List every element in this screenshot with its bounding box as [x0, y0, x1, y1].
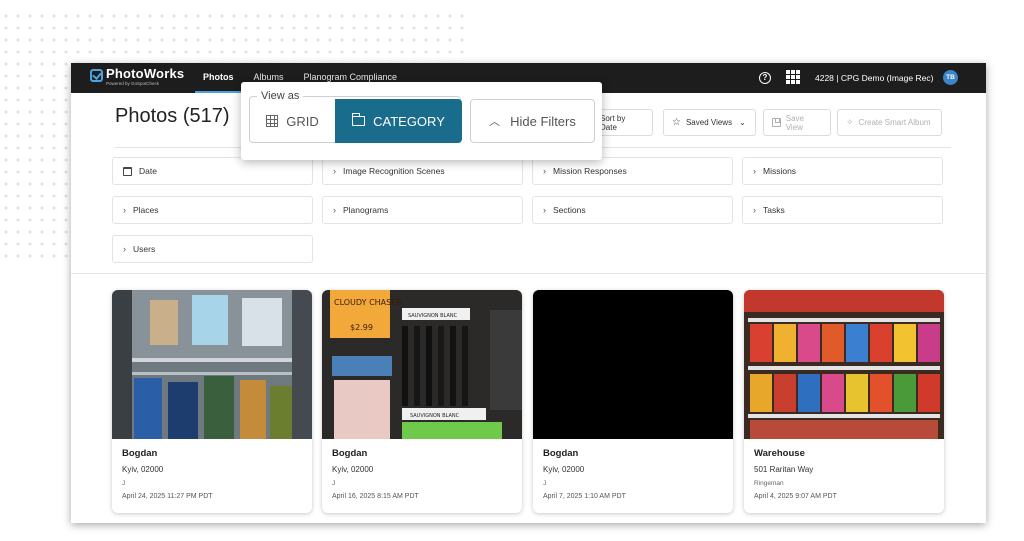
photo-card[interactable]: CLOUDY CHASER $2.99 SAUVIGNON BLANC SAUV…: [322, 290, 522, 513]
category-view-button[interactable]: CATEGORY: [335, 99, 462, 143]
hide-filters-button[interactable]: ︿ Hide Filters: [470, 99, 595, 143]
saved-views-button[interactable]: ☆ Saved Views ⌄: [663, 109, 756, 136]
photo-date: April 16, 2025 8:15 AM PDT: [332, 493, 419, 500]
chevron-up-icon: ︿: [489, 116, 501, 128]
help-circle-icon[interactable]: ?: [759, 72, 771, 84]
save-view-button[interactable]: Save View: [763, 109, 831, 136]
photo-date: April 4, 2025 9:07 AM PDT: [754, 493, 837, 500]
filter-label: Mission Responses: [553, 166, 627, 176]
nav-link-photos[interactable]: Photos: [193, 63, 244, 93]
folder-icon: [351, 113, 366, 126]
chevron-right-icon: ›: [123, 205, 126, 215]
filter-label: Users: [133, 244, 156, 254]
photo-title: Bogdan: [543, 448, 579, 459]
shelf-label-text: SAUVIGNON BLANC: [408, 313, 458, 319]
filter-missions[interactable]: › Missions: [742, 157, 943, 185]
hide-filters-label: Hide Filters: [510, 113, 576, 129]
save-view-label: Save View: [785, 113, 804, 132]
photo-card[interactable]: Bogdan Kyiv, 02000 J April 7, 2025 1:10 …: [533, 290, 733, 513]
filter-label: Planograms: [343, 205, 389, 215]
photo-thumbnail[interactable]: [533, 290, 733, 439]
filter-image-recognition-scenes[interactable]: › Image Recognition Scenes: [322, 157, 523, 185]
chevron-right-icon: ›: [543, 205, 546, 215]
chevron-right-icon: ›: [333, 205, 336, 215]
filter-label: Date: [139, 166, 157, 176]
filter-tasks[interactable]: › Tasks: [742, 196, 943, 224]
sort-label: Sort by Date: [600, 113, 626, 132]
filter-places[interactable]: › Places: [112, 196, 313, 224]
photo-user: J: [543, 480, 547, 487]
star-icon: ☆: [672, 117, 681, 128]
save-icon: [772, 118, 781, 127]
photo-user: J: [122, 480, 126, 487]
sparkle-icon: ✧: [846, 117, 854, 127]
filter-label: Places: [133, 205, 159, 215]
filter-users[interactable]: › Users: [112, 235, 313, 263]
category-label: CATEGORY: [373, 113, 445, 129]
photo-title: Bogdan: [122, 448, 158, 459]
photo-location: 501 Raritan Way: [754, 465, 814, 474]
promo-sign-text: CLOUDY CHASER: [334, 298, 402, 307]
filter-label: Missions: [763, 166, 797, 176]
brand-logo[interactable]: PhotoWorks Powered by GoSpotCheck: [90, 67, 184, 87]
photo-card[interactable]: Bogdan Kyiv, 02000 J April 24, 2025 11:2…: [112, 290, 312, 513]
filter-planograms[interactable]: › Planograms: [322, 196, 523, 224]
chevron-right-icon: ›: [753, 205, 756, 215]
grid-label: GRID: [286, 113, 319, 129]
filter-mission-responses[interactable]: › Mission Responses: [532, 157, 733, 185]
photo-user: J: [332, 480, 336, 487]
account-name[interactable]: 4228 | CPG Demo (Image Rec): [815, 73, 933, 83]
shelf-label-text-2: SAUVIGNON BLANC: [410, 413, 460, 419]
photo-card[interactable]: Warehouse 501 Raritan Way Ringeman April…: [744, 290, 944, 513]
grid-apps-icon[interactable]: [786, 70, 800, 84]
photo-thumbnail[interactable]: [112, 290, 312, 439]
photo-location: Kyiv, 02000: [543, 465, 585, 474]
create-smart-album-button[interactable]: ✧ Create Smart Album: [837, 109, 942, 136]
photo-title: Warehouse: [754, 448, 805, 459]
grid-view-button[interactable]: GRID: [250, 99, 335, 143]
photo-location: Kyiv, 02000: [332, 465, 374, 474]
photo-user: Ringeman: [754, 480, 784, 487]
photo-date: April 24, 2025 11:27 PM PDT: [122, 493, 213, 500]
filter-label: Image Recognition Scenes: [343, 166, 445, 176]
photo-location: Kyiv, 02000: [122, 465, 164, 474]
filters-divider: [71, 273, 986, 274]
smart-album-label: Create Smart Album: [858, 118, 931, 127]
chevron-right-icon: ›: [123, 244, 126, 254]
brand-subtitle: Powered by GoSpotCheck: [106, 81, 160, 86]
chevron-right-icon: ›: [753, 166, 756, 176]
calendar-icon: [123, 166, 132, 176]
chevron-down-icon: ⌄: [739, 118, 746, 127]
brand-name: PhotoWorks: [106, 66, 185, 81]
filter-label: Tasks: [763, 205, 785, 215]
chevron-right-icon: ›: [543, 166, 546, 176]
filter-label: Sections: [553, 205, 586, 215]
check-badge-icon: [90, 69, 103, 82]
saved-views-label: Saved Views: [685, 118, 733, 127]
avatar[interactable]: TB: [943, 70, 958, 85]
filter-date[interactable]: Date: [112, 157, 313, 185]
filter-sections[interactable]: › Sections: [532, 196, 733, 224]
photo-date: April 7, 2025 1:10 AM PDT: [543, 493, 626, 500]
page-title: Photos (517): [115, 105, 230, 127]
photo-title: Bogdan: [332, 448, 368, 459]
view-as-popover: View as GRID CATEGORY ︿ Hide Filters: [241, 82, 602, 160]
photo-thumbnail[interactable]: CLOUDY CHASER $2.99 SAUVIGNON BLANC SAUV…: [322, 290, 522, 439]
grid-icon: [266, 115, 279, 127]
photo-thumbnail[interactable]: [744, 290, 944, 439]
chevron-right-icon: ›: [333, 166, 336, 176]
price-tag-text: $2.99: [350, 323, 373, 332]
